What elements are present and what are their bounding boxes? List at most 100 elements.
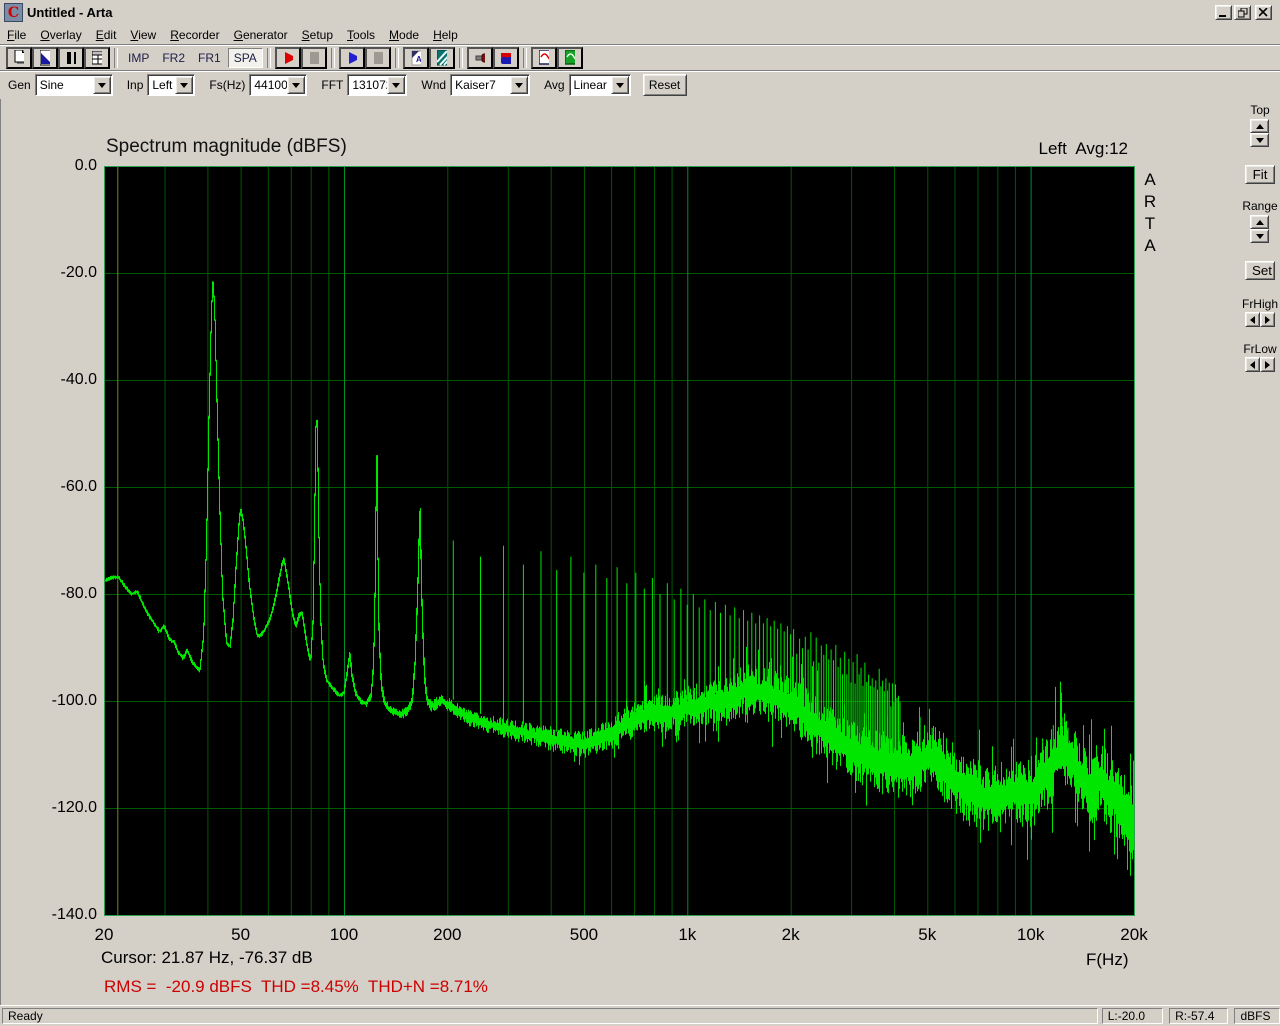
frlow-right-button[interactable] [1260, 357, 1275, 372]
waterfall-icon[interactable] [428, 46, 455, 69]
range-up-button[interactable] [1250, 215, 1269, 229]
title-bar[interactable]: C Untitled - Arta [0, 0, 1280, 26]
channel-average-info: Left Avg:12 [1038, 139, 1128, 158]
dropdown-arrow-icon[interactable] [510, 76, 529, 94]
averaging-select[interactable]: Linear [568, 74, 631, 96]
record-start-icon[interactable] [274, 46, 301, 69]
mode-button-imp[interactable]: IMP [122, 48, 155, 68]
x-axis-tick-label: 5k [918, 925, 937, 944]
y-axis-tick-label: -140.0 [51, 906, 97, 923]
minimize-icon [1219, 15, 1226, 17]
y-axis-labels: 0.0 -20.0 -40.0 -60.0 -80.0 -100.0 -120.0 -140.… [1, 99, 97, 1005]
spectrum-analyzer-view: Spectrum magnitude (dBFS) Left Avg:12 0.… [0, 99, 1280, 1005]
restore-icon [1237, 7, 1247, 17]
menu-item-help[interactable]: Help [426, 26, 465, 44]
spell-abc-icon[interactable]: ABC [402, 46, 429, 69]
x-axis-tick-label: 500 [569, 925, 599, 944]
fft-size-select[interactable]: 131072 [347, 74, 408, 96]
toolbar-separator [330, 47, 335, 68]
svg-text:ABC: ABC [416, 55, 421, 64]
x-axis-tick-label: 1k [678, 925, 697, 944]
table-icon[interactable] [84, 46, 110, 69]
toolbar-separator [394, 47, 399, 68]
reset-button[interactable]: Reset [642, 74, 687, 96]
top-down-button[interactable] [1250, 133, 1269, 147]
top-up-button[interactable] [1250, 119, 1269, 133]
status-message: Ready [2, 1008, 1098, 1024]
avg-label: Avg [544, 78, 565, 92]
arrow-up-icon [1255, 219, 1264, 225]
menu-item-setup[interactable]: Setup [295, 26, 340, 44]
x-axis-tick-label: 200 [433, 925, 462, 944]
right-level-meter: R:-57.4 [1169, 1008, 1229, 1024]
dropdown-arrow-icon[interactable] [92, 76, 111, 94]
inp-label: Inp [126, 78, 144, 92]
restore-button[interactable] [1234, 5, 1251, 20]
sample-rate-select[interactable]: 44100 [249, 74, 308, 96]
generator-play-icon[interactable] [338, 46, 365, 69]
watermark-letter: R [1143, 192, 1157, 211]
record-stop-icon[interactable] [300, 46, 327, 69]
frhigh-right-button[interactable] [1260, 312, 1275, 327]
frhigh-left-button[interactable] [1245, 312, 1260, 327]
fit-button[interactable]: Fit [1245, 165, 1275, 184]
frlow-left-button[interactable] [1245, 357, 1260, 372]
arrow-left-icon [1250, 360, 1255, 369]
generator-stop-icon[interactable] [364, 46, 391, 69]
dropdown-arrow-icon[interactable] [287, 76, 306, 94]
input-channel-select[interactable]: Left [147, 74, 196, 96]
menu-item-tools[interactable]: Tools [340, 26, 382, 44]
speaker-icon[interactable] [492, 46, 519, 69]
window-function-select[interactable]: Kaiser7 [450, 74, 531, 96]
mode-button-fr2[interactable]: FR2 [156, 48, 191, 68]
minimize-button[interactable] [1215, 5, 1232, 20]
window-function-value: Kaiser7 [455, 78, 496, 92]
dropdown-arrow-icon[interactable] [175, 76, 194, 94]
fft-label: FFT [321, 78, 344, 92]
menu-item-view[interactable]: View [123, 26, 163, 44]
sample-rate-value: 44100 [254, 78, 288, 92]
toolbar-separator [114, 47, 118, 68]
left-level-meter: L:-20.0 [1101, 1008, 1164, 1024]
mode-button-spa[interactable]: SPA [227, 47, 263, 68]
time-record-icon[interactable] [32, 46, 58, 69]
dropdown-arrow-icon[interactable] [610, 76, 629, 94]
pause-icon[interactable] [58, 46, 84, 69]
menu-item-file[interactable]: File [0, 26, 33, 44]
chart-title: Spectrum magnitude (dBFS) [106, 136, 347, 157]
arta-app-window: { "window": { "title": "Untitled - Arta"… [0, 0, 1280, 1026]
rms-thd-readout: RMS = -20.9 dBFS THD =8.45% THD+N =8.71% [104, 977, 488, 996]
close-icon [1259, 8, 1268, 17]
toolbar-separator [458, 47, 463, 68]
y-axis-tick-label: -20.0 [60, 264, 97, 281]
arrow-down-icon [1255, 137, 1264, 143]
menu-item-edit[interactable]: Edit [89, 26, 124, 44]
arrow-right-icon [1265, 360, 1270, 369]
top-spinner [1250, 119, 1269, 147]
x-axis-tick-label: 10k [1016, 925, 1045, 944]
cursor-readout: Cursor: 21.87 Hz, -76.37 dB [101, 948, 313, 967]
dropdown-arrow-icon[interactable] [387, 76, 406, 94]
menu-item-recorder[interactable]: Recorder [163, 26, 226, 44]
measurement-controls-bar: Gen Sine Inp Left Fs(Hz) 44100 FFT 13107… [0, 70, 1280, 99]
y-axis-tick-label: 0.0 [74, 157, 97, 174]
new-file-icon[interactable] [6, 46, 32, 69]
set-button[interactable]: Set [1245, 261, 1275, 280]
spectrum-plot[interactable] [104, 166, 1135, 916]
menu-item-generator[interactable]: Generator [227, 26, 295, 44]
scope-icon[interactable] [556, 46, 583, 69]
generator-type-select[interactable]: Sine [34, 74, 113, 96]
menu-item-overlay[interactable]: Overlay [33, 26, 88, 44]
toolbar: IMPFR2FR1SPA ABC [0, 44, 1280, 70]
frlow-spinner [1245, 357, 1275, 372]
menu-item-mode[interactable]: Mode [382, 26, 426, 44]
x-axis-tick-label: 20 [94, 925, 114, 944]
x-axis-tick-label: 100 [329, 925, 359, 944]
range-down-button[interactable] [1250, 229, 1269, 243]
frlow-label: FrLow [1243, 342, 1277, 356]
close-button[interactable] [1255, 5, 1272, 20]
mode-button-fr1[interactable]: FR1 [192, 48, 227, 68]
microphone-icon[interactable] [466, 46, 493, 69]
window-title: Untitled - Arta [27, 5, 113, 20]
sine-generator-icon[interactable] [530, 46, 557, 69]
